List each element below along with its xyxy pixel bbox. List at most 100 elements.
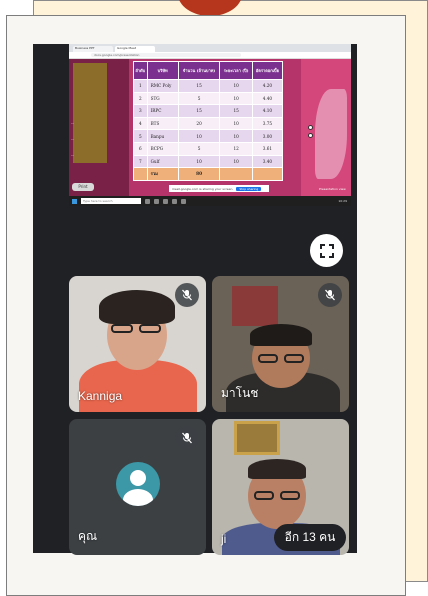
expand-icon [319,243,334,258]
mic-off-icon [175,426,199,450]
table-cell [133,167,148,181]
taskbar-app-icon[interactable] [163,198,168,204]
taskbar-search-input[interactable]: Type here to search [81,198,141,204]
sharing-banner: meet.google.com is sharing your screen. … [169,185,269,192]
table-row: 6 BCPG 5 12 3.61 [133,141,284,156]
table-cell: BCPG [146,141,179,156]
table-cell: 3.75 [251,116,284,131]
table-cell [251,167,284,181]
slide-nav-dots[interactable] [308,125,313,141]
slide-side-text: ... [71,137,75,141]
fullscreen-button[interactable] [310,234,343,267]
table-header: จำนวน (ล้านบาท) [177,61,221,80]
table-cell: 10 [177,129,221,143]
table-cell: 15 [219,104,253,118]
table-row: 4 BTS 20 10 3.75 [133,116,284,131]
participant-tile[interactable]: Kanniga [69,276,206,412]
windows-start-icon[interactable] [72,198,77,204]
table-cell: 3.00 [251,129,284,143]
dot-icon[interactable] [308,125,313,130]
table-cell: 10 [219,154,253,169]
table-header: ระยะเวลา (ปี) [219,61,253,80]
wall-picture [232,286,278,326]
table-cell [219,167,253,181]
table-cell: 5 [177,141,221,156]
stop-sharing-button[interactable]: Stop sharing [236,186,262,191]
avatar-head [130,470,146,486]
page: Business PPT Google Meet docs.google.com… [0,0,428,596]
table-cell: 15 [177,104,221,118]
table-row: 3 IRPC 15 15 4.10 [133,104,284,118]
taskbar-app-icon[interactable] [181,198,186,204]
taskbar-clock: 10:29 [338,199,347,203]
table-cell: 10 [219,129,253,143]
table-cell: 2 [133,91,148,106]
table-header: บริษัท [146,61,179,80]
url-text: docs.google.com/presentation [91,53,241,57]
participant-tile[interactable]: คุณ [69,419,206,555]
dot-icon[interactable] [308,133,313,138]
browser-tab-bar: Business PPT Google Meet [69,44,351,52]
table-cell: 3.61 [251,141,284,156]
table-cell: RMC Poly [146,79,179,93]
table-cell: Gulf [146,154,179,169]
table-cell: 10 [219,79,253,93]
participant-hair [248,459,306,479]
browser-tab[interactable]: Google Meet [115,46,155,52]
table-row: 1 RMC Poly 15 10 4.20 [133,79,284,93]
table-cell: 10 [219,116,253,131]
sharing-banner-text: meet.google.com is sharing your screen. [172,186,234,191]
table-cell: 4 [133,116,148,131]
slide-side-text: ... [71,153,75,157]
participant-name: คุณ [78,529,98,543]
table-cell: 3 [133,104,148,118]
print-button[interactable]: Print [72,183,94,191]
table-cell: BTS [146,116,179,131]
table-cell: 4.40 [251,91,284,106]
table-row: 5 Banpu 10 10 3.00 [133,129,284,143]
table-cell: 10 [219,91,253,106]
table-row: 7 Gulf 10 10 3.40 [133,154,284,169]
presentation-slide: ... ... ... Print ลำดับ บริษัท จำนวน (ล้… [69,59,351,196]
table-cell: 4.20 [251,79,284,93]
table-cell: 20 [177,116,221,131]
table-cell: 6 [133,141,148,156]
table-cell: 3.40 [251,154,284,169]
table-cell: 15 [177,79,221,93]
glasses-icon [111,324,133,333]
table-cell: 5 [177,91,221,106]
table-cell: STG [146,91,179,106]
taskbar-app-icon[interactable] [172,198,177,204]
participant-name: มาโนช [221,386,259,400]
participant-tile[interactable]: มาโนช [212,276,349,412]
taskbar-app-icon[interactable] [145,198,150,204]
table-cell: 80 [177,167,221,181]
avatar-shoulders [123,489,153,506]
wall-frame [234,421,280,455]
glasses-icon [254,491,274,500]
slide-left-panel: ... ... ... Print [69,59,129,196]
presentation-view-label: Presentation view [319,187,346,191]
table-cell: IRPC [146,104,179,118]
flower-decoration [315,89,347,179]
table-cell: 4.10 [251,104,284,118]
shared-screen-panel[interactable]: Business PPT Google Meet docs.google.com… [33,44,357,288]
table-header: อัตราดอกเบี้ย [251,61,284,80]
glasses-icon [139,324,161,333]
table-header: ลำดับ [133,61,148,80]
address-bar[interactable]: docs.google.com/presentation [69,52,351,59]
table-row: 2 STG 5 10 4.40 [133,91,284,106]
taskbar-app-icon[interactable] [154,198,159,204]
shared-browser-window: Business PPT Google Meet docs.google.com… [69,44,351,196]
browser-tab[interactable]: Business PPT [73,46,113,52]
table-cell: รวม [146,167,179,181]
participant-hair [99,290,175,324]
windows-taskbar: Type here to search 10:29 [69,196,351,206]
glasses-icon [258,354,278,363]
table-total-row: รวม 80 [133,167,284,181]
bond-table: ลำดับ บริษัท จำนวน (ล้านบาท) ระยะเวลา (ป… [133,61,284,181]
glasses-icon [284,354,304,363]
table-cell: Banpu [146,129,179,143]
more-participants-button[interactable]: อีก 13 คน [274,524,346,551]
glasses-icon [280,491,300,500]
